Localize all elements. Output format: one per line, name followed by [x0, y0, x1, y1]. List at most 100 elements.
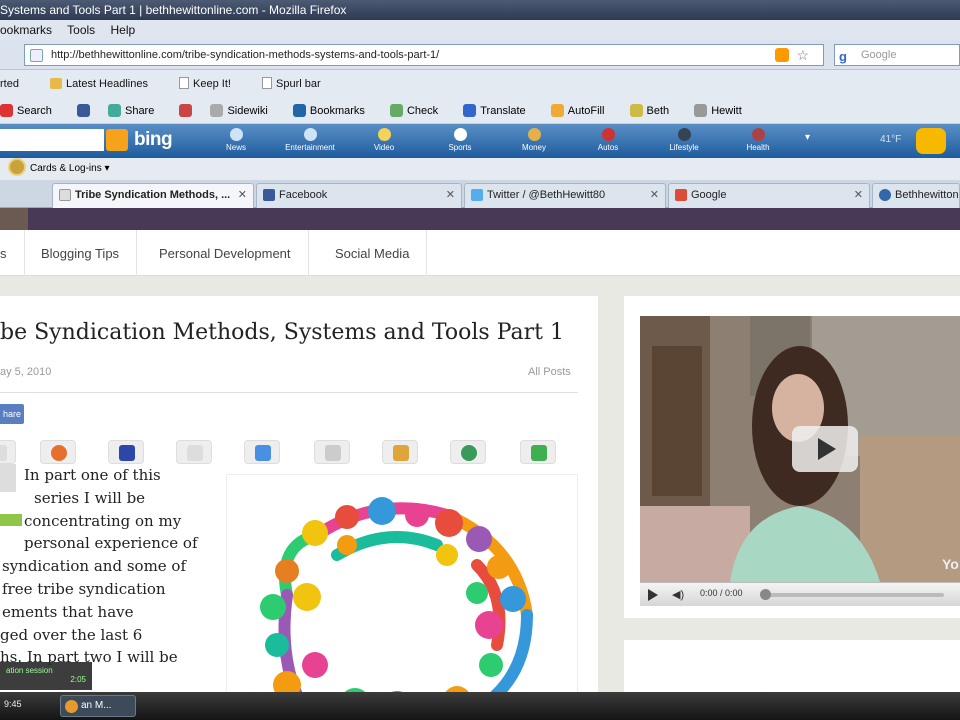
video-progress-bar[interactable]: [764, 593, 944, 597]
toolbar-beth[interactable]: Beth: [629, 104, 681, 117]
share-icon-8[interactable]: [450, 440, 486, 464]
tray-clock: 9:45: [4, 699, 22, 709]
menu-tools[interactable]: Tools: [67, 23, 95, 37]
post-line: concentrating on my: [24, 511, 182, 530]
sidewiki-icon: [210, 104, 224, 117]
msn-icon[interactable]: [916, 128, 946, 154]
bing-money[interactable]: Money: [504, 126, 564, 152]
bookmarks-toolbar: rted Latest Headlines Keep It! Spurl bar: [0, 70, 960, 98]
floating-badge[interactable]: [0, 514, 22, 526]
share-icon-4[interactable]: [176, 440, 212, 464]
nav-item-personal-development[interactable]: Personal Development: [142, 230, 309, 276]
bing-video[interactable]: Video: [354, 126, 414, 152]
toolbar-search[interactable]: Search: [0, 104, 63, 117]
page-icon: [59, 189, 71, 201]
post-line: syndication and some of: [2, 557, 187, 576]
facebook-icon: [76, 104, 90, 117]
sidebar-video-widget: Yo ◀) 0:00 / 0:00: [624, 296, 960, 618]
toolbar-check[interactable]: Check: [389, 104, 449, 117]
bing-sports[interactable]: Sports: [430, 126, 490, 152]
entertainment-icon: [303, 128, 317, 141]
search-input[interactable]: g Google: [834, 44, 960, 66]
post-line: ged over the last 6: [0, 625, 143, 644]
lifestyle-icon: [677, 128, 691, 141]
bing-news[interactable]: News: [206, 126, 266, 152]
tab-facebook[interactable]: Facebook ✕: [256, 183, 462, 208]
url-bar[interactable]: http://bethhewittonline.com/tribe-syndic…: [24, 44, 824, 66]
toolbar-sidewiki[interactable]: Sidewiki: [210, 104, 278, 117]
bookmark-keep-it[interactable]: Keep It!: [179, 77, 245, 90]
bing-logo: bing: [134, 129, 173, 150]
share-icon-9[interactable]: [520, 440, 556, 464]
news-icon: [229, 128, 243, 141]
bing-entertainment[interactable]: Entertainment: [280, 126, 340, 152]
url-text: http://bethhewittonline.com/tribe-syndic…: [51, 49, 440, 61]
notification-popup[interactable]: ation session 2:05: [0, 662, 92, 690]
taskbar-firefox-button[interactable]: an M...: [60, 695, 136, 717]
volume-icon[interactable]: ◀): [672, 588, 684, 601]
menu-bookmarks[interactable]: ookmarks: [0, 23, 52, 37]
toolbar-translate[interactable]: Translate: [463, 104, 536, 117]
globe-icon: [879, 189, 891, 201]
google-icon[interactable]: g: [839, 47, 847, 67]
video-time: 0:00 / 0:00: [700, 588, 743, 598]
share-button[interactable]: hare: [0, 404, 24, 424]
gmail-icon: [179, 104, 193, 117]
play-icon[interactable]: [792, 426, 858, 472]
header-photo: [0, 208, 28, 230]
twitter-icon: [471, 189, 483, 201]
toolbar-hewitt[interactable]: Hewitt: [694, 104, 753, 117]
bing-search-button[interactable]: [106, 129, 128, 151]
bing-health[interactable]: Health: [728, 126, 788, 152]
all-posts-link[interactable]: All Posts: [528, 366, 571, 378]
play-button[interactable]: [648, 589, 658, 601]
share-icon-7[interactable]: [382, 440, 418, 464]
tab-google[interactable]: Google ✕: [668, 183, 870, 208]
close-icon[interactable]: ✕: [238, 184, 247, 207]
nav-item-partial[interactable]: s: [0, 230, 25, 276]
share-icon-2[interactable]: [40, 440, 76, 464]
post-title[interactable]: be Syndication Methods, Systems and Tool…: [0, 320, 564, 345]
bookmark-star-icon[interactable]: ☆: [796, 45, 809, 65]
tab-bethhewittonline[interactable]: Bethhewitton: [872, 183, 960, 208]
share-icon-6[interactable]: [314, 440, 350, 464]
rss-feed-icon[interactable]: [775, 48, 789, 62]
menu-help[interactable]: Help: [111, 23, 136, 37]
toolbar-autofill[interactable]: AutoFill: [550, 104, 616, 117]
bing-autos[interactable]: Autos: [578, 126, 638, 152]
youtube-video[interactable]: Yo: [640, 316, 960, 582]
close-icon[interactable]: ✕: [854, 184, 863, 207]
autos-icon: [601, 128, 615, 141]
bookmark-spurl-bar[interactable]: Spurl bar: [262, 77, 335, 90]
toolbar-share[interactable]: Share: [107, 104, 165, 117]
toolbar-bookmarks[interactable]: Bookmarks: [292, 104, 376, 117]
bing-search-input[interactable]: [0, 129, 104, 151]
bookmark-latest-headlines[interactable]: Latest Headlines: [50, 78, 162, 90]
share-icon-5[interactable]: [244, 440, 280, 464]
close-icon[interactable]: ✕: [446, 184, 455, 207]
chevron-down-icon[interactable]: ▾: [805, 132, 810, 143]
bing-lifestyle[interactable]: Lifestyle: [654, 126, 714, 152]
floating-widget[interactable]: [0, 464, 16, 492]
weather-readout: 41°F: [880, 134, 902, 145]
post-line: personal experience of: [24, 534, 198, 553]
navigation-bar: http://bethhewittonline.com/tribe-syndic…: [0, 40, 960, 70]
bookmark-getting-started[interactable]: rted: [0, 78, 33, 90]
close-icon[interactable]: ✕: [650, 184, 659, 207]
share-icon-1[interactable]: [0, 440, 16, 464]
toolbar-gmail[interactable]: [179, 104, 196, 117]
web-page: s Blogging Tips Personal Development Soc…: [0, 208, 960, 692]
video-scrubber-handle[interactable]: [760, 589, 771, 600]
tab-tribe-syndication[interactable]: Tribe Syndication Methods, ... ✕: [52, 183, 254, 208]
toolbar-facebook[interactable]: [76, 104, 94, 117]
health-icon: [751, 128, 765, 141]
share-icon-3[interactable]: [108, 440, 144, 464]
youtube-logo: Yo: [942, 556, 959, 572]
tab-twitter[interactable]: Twitter / @BethHewitt80 ✕: [464, 183, 666, 208]
divider: [0, 392, 578, 393]
nav-item-blogging-tips[interactable]: Blogging Tips: [24, 230, 138, 276]
cards-button[interactable]: Cards & Log-ins ▾: [8, 158, 110, 176]
popup-line: 2:05: [70, 675, 86, 684]
nav-item-social-media[interactable]: Social Media: [318, 230, 428, 276]
key-icon: [629, 104, 643, 117]
